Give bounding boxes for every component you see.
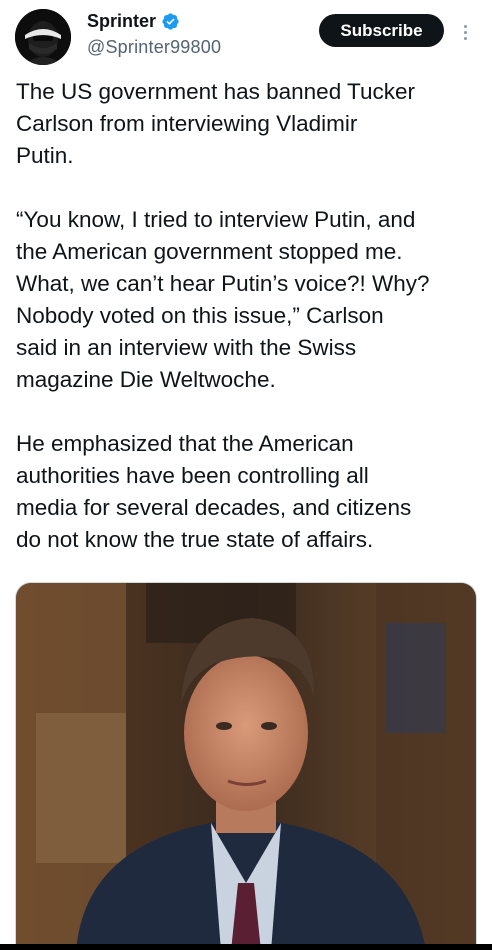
tweet-text: The US government has banned Tucker Carl…	[16, 76, 486, 556]
tweet-photo[interactable]	[15, 582, 477, 950]
author-name-row: Sprinter	[87, 10, 180, 32]
author-display-name[interactable]: Sprinter	[87, 10, 156, 32]
subscribe-button[interactable]: Subscribe	[319, 14, 444, 47]
more-vertical-icon[interactable]	[456, 18, 474, 46]
tweet-header: Sprinter @Sprinter99800 Subscribe	[0, 0, 492, 72]
tweet-paragraph: He emphasized that the American authorit…	[16, 431, 412, 552]
author-avatar[interactable]	[15, 9, 71, 65]
verified-badge-icon	[161, 12, 180, 31]
bottom-edge-bar	[0, 944, 492, 950]
tweet-paragraph: “You know, I tried to interview Putin, a…	[16, 207, 430, 392]
tweet-paragraph: The US government has banned Tucker Carl…	[16, 79, 415, 168]
author-handle[interactable]: @Sprinter99800	[87, 36, 221, 58]
